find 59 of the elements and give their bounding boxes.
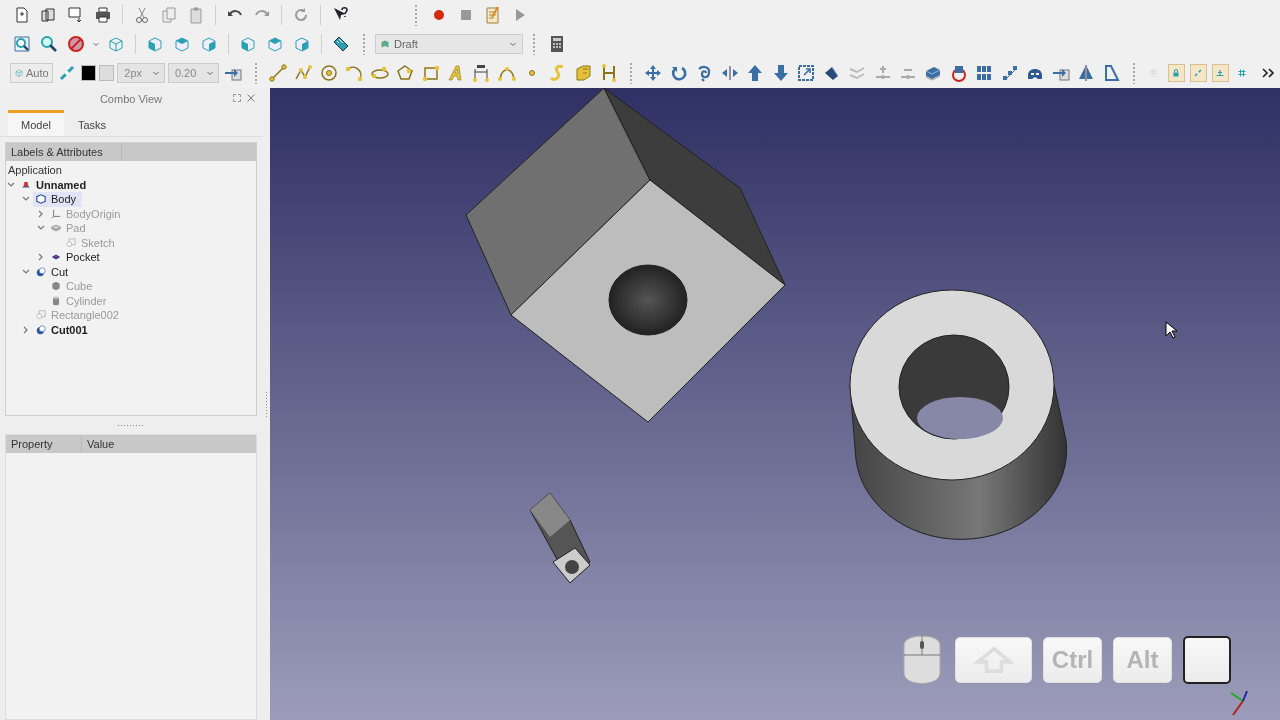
wire-cube-icon [14, 67, 24, 78]
snap-base-icon [1215, 67, 1226, 78]
hash-grid-icon [1237, 67, 1248, 78]
modifier-key: Ctrl [1043, 637, 1102, 683]
origin-icon [50, 207, 62, 220]
snap-toggle[interactable] [1167, 63, 1185, 82]
dot-grid-icon [1149, 67, 1160, 78]
tree-item[interactable]: Cylinder [48, 293, 113, 308]
printer-icon[interactable] [93, 4, 113, 25]
cube-drawing[interactable] [465, 88, 786, 423]
tree-root: Application [7, 163, 63, 178]
line-tool-icon[interactable] [267, 62, 288, 83]
cursor-icon [1165, 321, 1177, 339]
tree-item[interactable]: Cut [33, 264, 75, 279]
tree-item[interactable]: Unnamed [18, 177, 93, 192]
mouse-icon [900, 633, 944, 687]
close-icon[interactable] [246, 93, 256, 103]
tree-item[interactable]: Body [33, 192, 83, 207]
snap-line-icon [1193, 67, 1204, 78]
polygon-tool-icon[interactable] [395, 62, 416, 83]
magnifier-icon[interactable] [39, 33, 59, 54]
tree-item[interactable]: Rectangle002 [33, 308, 125, 323]
tree-item[interactable]: Pad [48, 221, 92, 236]
tree-item[interactable]: Pocket [48, 250, 106, 265]
tree-item[interactable]: BodyOrigin [48, 206, 127, 221]
blank-key [1183, 636, 1231, 684]
panel-tab[interactable]: Tasks [64, 110, 120, 136]
body-icon [35, 193, 47, 206]
modifier-key: Alt [1113, 637, 1172, 683]
column-header[interactable]: Value [82, 435, 256, 453]
panel-title: Combo View [99, 93, 163, 105]
lock-icon [1171, 67, 1182, 78]
cube-icon [50, 280, 62, 293]
column-header[interactable]: Property [6, 435, 82, 453]
dimension-tool-icon[interactable] [471, 62, 492, 83]
line-width-spinbox[interactable]: 2px [117, 62, 165, 83]
face-color-swatch[interactable] [99, 64, 115, 81]
line-color-swatch[interactable] [81, 64, 97, 81]
draw-style-button[interactable]: Auto [10, 62, 53, 83]
float-icon[interactable] [232, 93, 242, 103]
snap-toggle[interactable] [1189, 63, 1207, 82]
scale-square-icon[interactable] [796, 62, 817, 83]
sketch-icon [65, 236, 77, 249]
panel-tab[interactable]: Model [8, 110, 64, 136]
up-arrow-icon [973, 646, 1014, 674]
tree-item[interactable]: Cut001 [33, 322, 94, 337]
no-entry-sphere-icon[interactable] [66, 33, 86, 54]
snap-toggle[interactable] [1211, 63, 1229, 82]
tube-drawing[interactable] [849, 289, 1068, 540]
sketch-icon [35, 309, 47, 322]
transparency-spinbox[interactable]: 0.20 [167, 62, 220, 83]
prism-drawing[interactable] [529, 492, 591, 584]
workbench-dropdown[interactable]: Draft [375, 33, 523, 54]
tree-item[interactable]: Cube [48, 279, 99, 294]
circle-tool-icon[interactable] [318, 62, 339, 83]
cylinder-icon [50, 294, 62, 307]
magnifier-page-icon[interactable] [12, 33, 32, 54]
facebinder-tool-icon[interactable] [573, 62, 594, 83]
tree-item[interactable]: Sketch [63, 235, 121, 250]
